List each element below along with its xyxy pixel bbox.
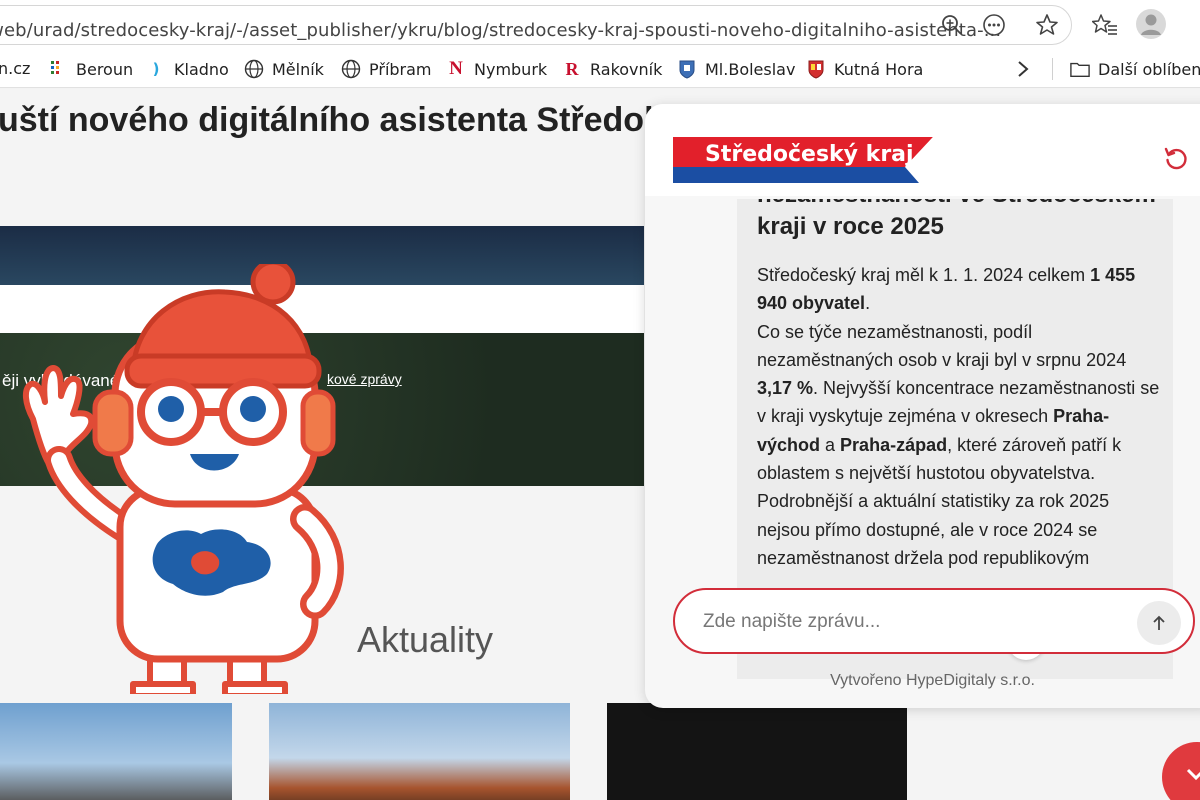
chat-footer: Vytvořeno HypeDigitaly s.r.o. [830, 672, 1035, 689]
globe-icon [341, 59, 361, 79]
bookmark-rakovnik[interactable]: R Rakovník [562, 58, 663, 79]
bookmark-label: Ml.Boleslav [705, 59, 796, 79]
bookmark-label: Nymburk [474, 59, 548, 79]
message-text: Podrobnější a aktuální statistiky za rok… [757, 491, 1110, 568]
section-title: Aktuality [357, 619, 494, 660]
browser-toolbar: /web/urad/stredocesky-kraj/-/asset_publi… [0, 0, 1200, 50]
more-options-icon[interactable] [979, 10, 1009, 40]
bookmark-label: n.cz [0, 59, 31, 78]
page-title: uští nového digitálního asistenta Středo… [0, 101, 697, 139]
bookmark-label: Rakovník [590, 59, 663, 79]
message-body: Středočeský kraj měl k 1. 1. 2024 celkem… [757, 261, 1161, 572]
zoom-icon[interactable] [937, 10, 967, 40]
message-bold: 3,17 % [757, 378, 814, 399]
chat-widget: nezaměstnanosti ve Středočeském kraji v … [645, 104, 1200, 708]
divider [1052, 58, 1053, 80]
mascot-illustration [23, 264, 344, 694]
profile-avatar[interactable] [1136, 9, 1166, 39]
chat-header: Středočeský kraj [645, 104, 1200, 196]
bookmark-mlboleslav[interactable]: Ml.Boleslav [677, 59, 795, 79]
mlboleslav-favicon [677, 59, 697, 79]
kutnahora-favicon [806, 59, 826, 79]
favorites-list-icon[interactable] [1090, 10, 1120, 40]
message-heading-partial: nezaměstnanosti ve Středočeském [757, 199, 1157, 211]
globe-icon [244, 59, 264, 79]
favorite-star-icon[interactable] [1032, 10, 1062, 40]
bookmark-label: Mělník [272, 59, 324, 79]
message-bold: Praha-západ [840, 434, 948, 455]
message-heading: nezaměstnanosti ve Středočeském kraji v … [757, 199, 1157, 243]
address-bar[interactable]: /web/urad/stredocesky-kraj/-/asset_publi… [0, 5, 1072, 45]
bookmark-label: Kladno [174, 59, 229, 79]
brand-name: Středočeský kraj [705, 142, 914, 167]
nymburk-favicon: N [449, 58, 463, 79]
beroun-favicon [48, 59, 68, 79]
bookmark-nymburk[interactable]: N Nymburk [446, 58, 548, 79]
bookmark-melnik[interactable]: Mělník [244, 59, 324, 79]
bookmark-item[interactable]: n.cz [0, 59, 30, 78]
bookmark-beroun[interactable]: Beroun [48, 59, 133, 79]
arrow-up-icon [1153, 615, 1165, 630]
bookmark-kladno[interactable]: ) Kladno [146, 59, 229, 79]
bookmark-pribram[interactable]: Příbram [341, 59, 432, 79]
chevron-down-icon [1186, 768, 1200, 781]
reload-icon[interactable] [1163, 146, 1189, 172]
message-heading-main: kraji v roce 2025 [757, 213, 944, 240]
other-bookmarks[interactable]: Další oblíbené [1070, 59, 1200, 79]
other-bookmarks-label: Další oblíbené [1098, 59, 1200, 79]
message-text: Středočeský kraj měl k 1. 1. 2024 celkem [757, 265, 1091, 285]
chevron-right-icon[interactable] [1008, 54, 1038, 84]
bookmarks-bar: n.cz Beroun ) Kladno Mělník Příbram N Ny… [0, 50, 1200, 88]
send-button[interactable] [1137, 601, 1181, 645]
bookmark-kutnahora[interactable]: Kutná Hora [806, 59, 923, 79]
url-text[interactable]: /web/urad/stredocesky-kraj/-/asset_publi… [0, 20, 1001, 41]
folder-icon [1070, 59, 1090, 79]
article-thumbnail[interactable] [269, 703, 570, 800]
message-text: Co se týče nezaměstnanosti, podíl nezamě… [757, 321, 1127, 370]
bookmark-label: Příbram [369, 59, 432, 79]
message-text: a [820, 434, 841, 455]
bookmark-label: Kutná Hora [834, 59, 924, 79]
bookmark-label: Beroun [76, 59, 134, 79]
article-thumbnail[interactable] [0, 703, 232, 800]
message-input-box[interactable] [673, 588, 1195, 654]
kladno-favicon: ) [152, 60, 160, 78]
article-thumbnail[interactable] [607, 703, 907, 800]
message-input[interactable] [703, 608, 1123, 636]
rakovnik-favicon: R [565, 58, 579, 79]
message-text: . [865, 293, 871, 314]
